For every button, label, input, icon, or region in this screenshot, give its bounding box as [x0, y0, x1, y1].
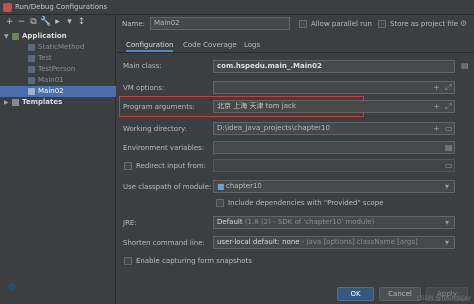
classpath-label: Use classpath of module:: [123, 183, 212, 191]
folder-icon[interactable]: ▭: [445, 125, 453, 133]
env-vars-label: Environment variables:: [123, 144, 205, 152]
include-deps-label: Include dependencies with "Provided" sco…: [228, 199, 384, 207]
tab-code-coverage[interactable]: Code Coverage: [183, 39, 237, 52]
tree-item-label: TestPerson: [38, 65, 76, 73]
chevron-down-icon: ▼: [4, 33, 9, 40]
jre-value: Default: [217, 218, 243, 226]
plus-icon[interactable]: +: [433, 103, 440, 111]
application-icon: [12, 33, 19, 40]
capture-snapshots-label: Enable capturing form snapshots: [136, 257, 252, 265]
tree-group-label: Application: [22, 32, 67, 40]
main-class-label: Main class:: [123, 62, 162, 70]
folder-icon[interactable]: ▭: [445, 162, 453, 170]
allow-parallel-checkbox[interactable]: [299, 20, 307, 28]
sidebar-toolbar: + − ⧉ 🔧 ▸ ▾ ↕: [0, 15, 116, 31]
tab-logs[interactable]: Logs: [244, 39, 260, 52]
browse-icon[interactable]: ▤: [445, 144, 453, 152]
shorten-detail: - java [options] className [args]: [301, 238, 418, 246]
tree-item-main01[interactable]: Main01: [0, 75, 116, 86]
tree-item-main02[interactable]: Main02: [0, 86, 116, 97]
redirect-input-checkbox[interactable]: [124, 162, 132, 170]
shorten-cmd-label: Shorten command line:: [123, 239, 205, 247]
configuration-panel: Name: Main02 Allow parallel run Store as…: [117, 15, 474, 304]
env-vars-input[interactable]: [213, 141, 455, 154]
remove-icon[interactable]: −: [16, 17, 27, 28]
chevron-down-icon[interactable]: ▾: [445, 183, 449, 191]
tabs-divider: [117, 52, 474, 53]
jre-select[interactable]: Default (1.8 (2) - SDK of 'chapter10' mo…: [213, 216, 455, 229]
window-title: Run/Debug Configurations: [15, 3, 108, 11]
add-icon[interactable]: +: [4, 17, 15, 28]
class-icon: [28, 88, 35, 95]
chevron-right-icon: ▶: [4, 99, 9, 106]
move-up-icon[interactable]: ▸: [52, 17, 63, 28]
chevron-down-icon[interactable]: ▾: [445, 219, 449, 227]
module-icon: ■: [217, 182, 225, 191]
allow-parallel-label: Allow parallel run: [311, 20, 372, 28]
store-as-file-checkbox[interactable]: [378, 20, 386, 28]
tree-group-label: Templates: [22, 98, 63, 106]
title-bar: Run/Debug Configurations: [0, 0, 474, 15]
include-deps-checkbox[interactable]: [216, 199, 224, 207]
tree-item-label: Test: [38, 54, 52, 62]
working-dir-label: Working directory:: [123, 125, 187, 133]
tree-item-staticmethod[interactable]: StaticMethod: [0, 42, 116, 53]
watermark: CSDN @roundsjay: [416, 295, 471, 302]
sort-icon[interactable]: ↕: [76, 17, 87, 28]
program-args-label: Program arguments:: [123, 103, 195, 111]
wrench-icon: [12, 99, 19, 106]
expand-icon[interactable]: ⤢: [445, 84, 451, 92]
tree-item-label: StaticMethod: [38, 43, 85, 51]
tree-item-label: Main02: [38, 87, 64, 95]
name-input[interactable]: Main02: [150, 17, 290, 30]
help-icon[interactable]: [8, 283, 16, 291]
tree-group-templates[interactable]: ▶ Templates: [0, 97, 116, 108]
tab-configuration[interactable]: Configuration: [126, 39, 174, 52]
plus-icon[interactable]: +: [433, 125, 440, 133]
class-icon: [28, 55, 35, 62]
tree-item-test[interactable]: Test: [0, 53, 116, 64]
browse-icon[interactable]: ▤: [461, 62, 469, 70]
working-dir-input[interactable]: D:\idea_java_projects\chapter10: [213, 122, 455, 135]
tree-group-application[interactable]: ▼ Application: [0, 31, 116, 42]
ok-button[interactable]: OK: [337, 287, 374, 301]
redirect-input-label: Redirect input from:: [136, 162, 206, 170]
store-as-file-label: Store as project file: [390, 20, 459, 28]
capture-snapshots-checkbox[interactable]: [124, 257, 132, 265]
cancel-button[interactable]: Cancel: [379, 287, 421, 301]
expand-icon[interactable]: ⤢: [445, 103, 451, 111]
main-class-input[interactable]: com.hspedu.main_.Main02: [213, 60, 455, 73]
class-icon: [28, 44, 35, 51]
wrench-icon[interactable]: 🔧: [40, 17, 51, 28]
program-args-input[interactable]: 北京 上海 天津 tom jack: [213, 100, 455, 113]
settings-icon[interactable]: ⚙: [460, 20, 467, 28]
tree-item-testperson[interactable]: TestPerson: [0, 64, 116, 75]
jre-detail: (1.8 (2) - SDK of 'chapter10' module): [244, 218, 375, 226]
tree-item-label: Main01: [38, 76, 64, 84]
classpath-select[interactable]: chapter10: [213, 180, 455, 193]
shorten-cmd-select[interactable]: user-local default: none - java [options…: [213, 236, 455, 249]
shorten-value: user-local default: none: [217, 238, 300, 246]
vm-options-label: VM options:: [123, 84, 165, 92]
plus-icon[interactable]: +: [433, 84, 440, 92]
name-label: Name:: [122, 20, 146, 28]
class-icon: [28, 77, 35, 84]
chevron-down-icon[interactable]: ▾: [445, 239, 449, 247]
app-icon: [3, 3, 12, 12]
copy-icon[interactable]: ⧉: [28, 17, 39, 28]
move-down-icon[interactable]: ▾: [64, 17, 75, 28]
jre-label: JRE:: [123, 219, 137, 227]
class-icon: [28, 66, 35, 73]
vm-options-input[interactable]: [213, 81, 455, 94]
redirect-input-field[interactable]: [213, 159, 455, 172]
configurations-sidebar: + − ⧉ 🔧 ▸ ▾ ↕ ▼ Application StaticMethod…: [0, 15, 116, 304]
classpath-value: chapter10: [226, 182, 262, 190]
